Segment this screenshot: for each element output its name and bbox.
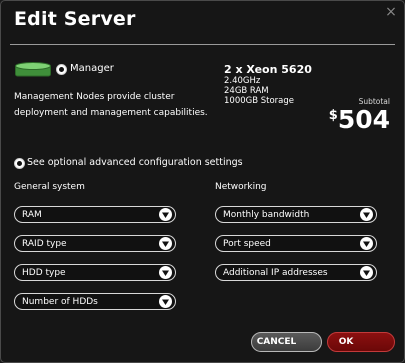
general-system-heading: General system [14, 182, 85, 192]
raid-type-dropdown[interactable]: RAID type [14, 235, 176, 252]
subtotal-price: $504 [329, 106, 390, 134]
port-speed-dropdown[interactable]: Port speed [215, 235, 377, 252]
spec-line: 24GB RAM [224, 86, 269, 96]
ok-button-label: OK [338, 337, 354, 347]
close-icon[interactable]: × [384, 5, 398, 19]
chevron-down-icon [360, 266, 373, 279]
spec-line: 1000GB Storage [224, 96, 295, 106]
title-divider [10, 44, 395, 45]
dropdown-label: Monthly bandwidth [223, 210, 310, 220]
chevron-down-icon [159, 237, 172, 250]
cancel-button-label: CANCEL [256, 337, 297, 347]
chevron-down-icon [360, 237, 373, 250]
manager-radio[interactable] [56, 64, 67, 75]
additional-ip-addresses-dropdown[interactable]: Additional IP addresses [215, 264, 377, 281]
spec-title: 2 x Xeon 5620 [224, 63, 312, 76]
manager-label: Manager [70, 63, 114, 74]
dropdown-label: HDD type [22, 268, 66, 278]
number-of-hdds-dropdown[interactable]: Number of HDDs [14, 293, 176, 310]
advanced-settings-label[interactable]: See optional advanced configuration sett… [27, 157, 243, 168]
chevron-down-icon [360, 208, 373, 221]
chevron-down-icon [159, 295, 172, 308]
server-icon [15, 62, 51, 77]
dialog-title: Edit Server [14, 8, 136, 30]
networking-heading: Networking [215, 182, 267, 192]
chevron-down-icon [159, 266, 172, 279]
currency-symbol: $ [328, 108, 338, 123]
edit-server-dialog: Edit Server × Manager Management Nodes p… [0, 0, 405, 363]
dropdown-label: Additional IP addresses [223, 268, 328, 278]
dropdown-label: RAID type [22, 239, 67, 249]
spec-line: 2.40GHz [224, 76, 261, 86]
price-amount: 504 [337, 105, 390, 134]
dropdown-label: RAM [22, 210, 42, 220]
advanced-settings-radio[interactable] [14, 158, 25, 169]
ram-dropdown[interactable]: RAM [14, 206, 176, 223]
cancel-button[interactable]: CANCEL [251, 332, 322, 352]
chevron-down-icon [159, 208, 172, 221]
dropdown-label: Port speed [223, 239, 271, 249]
server-description: Management Nodes provide cluster deploym… [14, 92, 208, 118]
server-specs: 2 x Xeon 5620 2.40GHz 24GB RAM 1000GB St… [224, 63, 312, 106]
ok-button[interactable]: OK [327, 332, 395, 352]
dropdown-label: Number of HDDs [22, 297, 98, 307]
hdd-type-dropdown[interactable]: HDD type [14, 264, 176, 281]
monthly-bandwidth-dropdown[interactable]: Monthly bandwidth [215, 206, 377, 223]
